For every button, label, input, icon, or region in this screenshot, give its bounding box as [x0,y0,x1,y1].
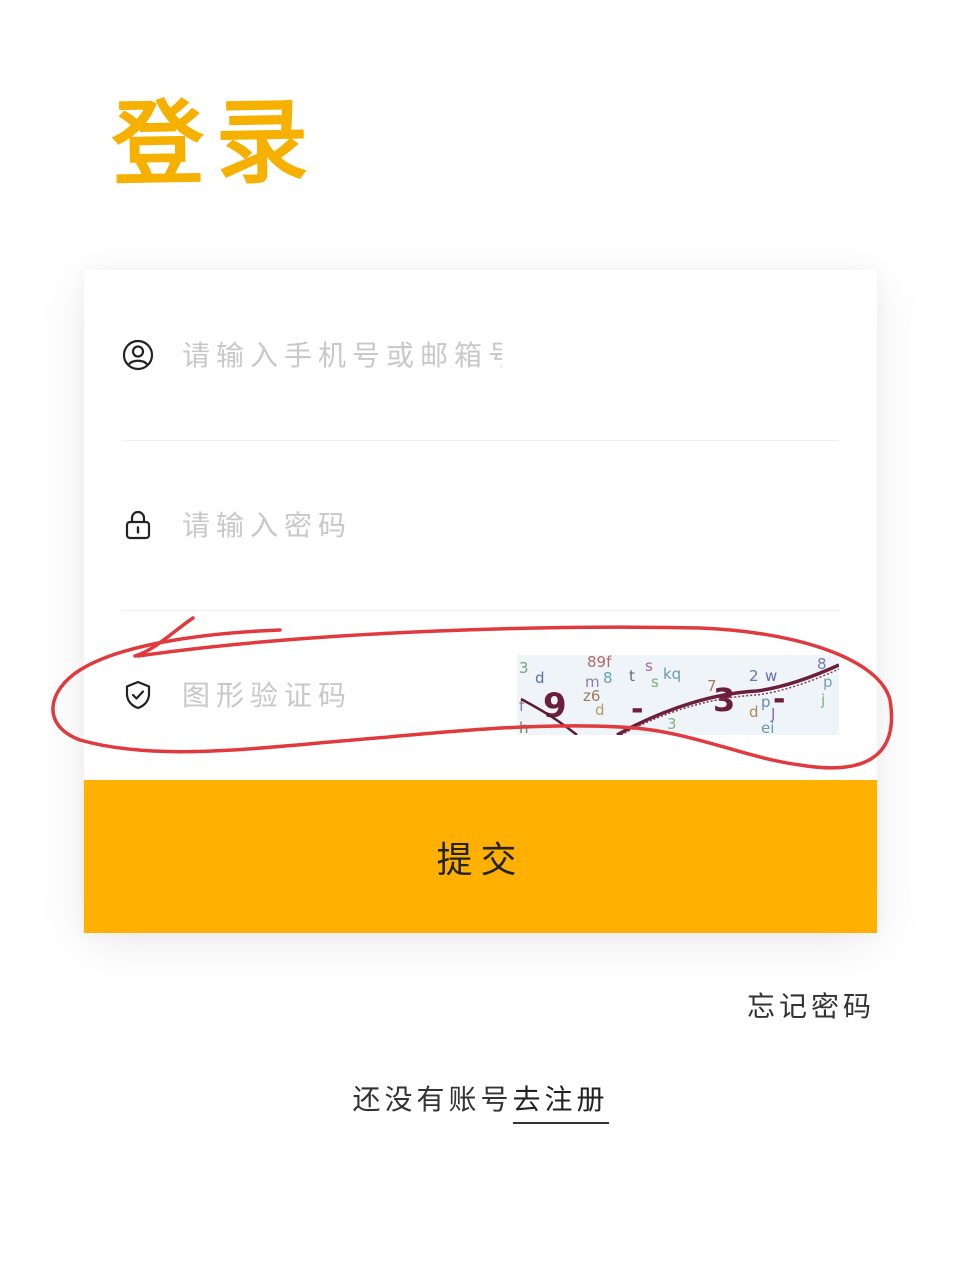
forgot-password-link[interactable]: 忘记密码 [747,985,875,1025]
svg-text:d: d [595,701,605,719]
page-title: 登录 [111,88,321,199]
captcha-input[interactable] [182,678,502,712]
password-row [122,440,839,611]
captcha-row: 3 d 89f m 8 t s s kq 7 2 w 8 p j [122,610,839,780]
submit-button[interactable]: 提交 [84,780,877,933]
svg-text:s: s [651,673,659,691]
svg-text:ei: ei [761,719,774,735]
svg-text:d: d [749,703,759,721]
no-account-text: 还没有账号 [352,1083,513,1116]
register-prompt: 还没有账号去注册 [0,1078,961,1124]
svg-text:8: 8 [603,669,613,687]
account-row [122,270,839,441]
svg-text:kq: kq [663,665,681,683]
svg-text:p: p [761,693,771,711]
svg-text:3: 3 [667,715,677,733]
shield-check-icon [122,679,154,711]
register-link[interactable]: 去注册 [512,1083,609,1124]
svg-text:d: d [535,669,545,687]
svg-text:t: t [629,667,635,685]
lock-icon [122,509,154,541]
svg-text:h: h [519,719,529,735]
login-card: 3 d 89f m 8 t s s kq 7 2 w 8 p j [84,270,877,933]
svg-text:3: 3 [519,659,529,677]
svg-text:j: j [820,691,825,709]
captcha-image[interactable]: 3 d 89f m 8 t s s kq 7 2 w 8 p j z6 d 3 … [517,655,839,735]
account-input[interactable] [182,338,502,372]
password-input[interactable] [182,508,502,542]
login-page: 登录 请输入手机号或邮箱号 图形验证码 3 d 89f m 8 t s s kq… [0,0,961,1280]
svg-text:2: 2 [749,667,759,685]
user-icon [122,339,154,371]
